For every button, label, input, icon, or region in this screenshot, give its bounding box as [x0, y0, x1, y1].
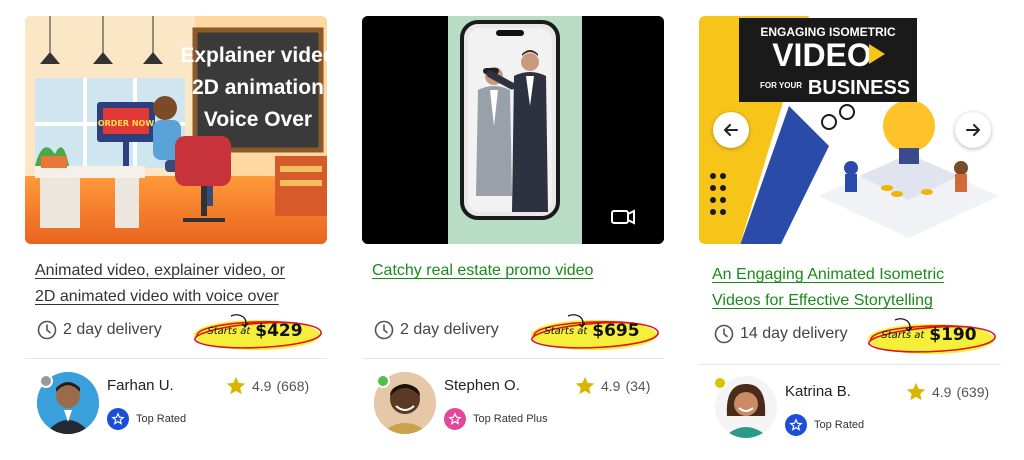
order-now-sign: ORDER NOW — [98, 119, 155, 128]
card-divider — [25, 358, 327, 359]
seller-level-label: Top Rated — [136, 413, 187, 425]
gig-thumbnail-1[interactable]: Explainer video 2D animation Voice Over … — [25, 16, 327, 244]
seller-level-label: Top Rated — [814, 419, 865, 431]
carousel-next-button[interactable] — [955, 112, 991, 148]
delivery-time: 2 day delivery — [374, 318, 499, 342]
seller-level: Top Rated Plus — [444, 408, 548, 430]
gig-title-line: Videos for Effective Storytelling — [712, 292, 933, 309]
seller-rating: 4.9 (639) — [905, 381, 989, 403]
price-amount: $190 — [929, 325, 977, 345]
rating-value: 4.9 — [601, 378, 621, 394]
thumb-line-2: 2D animation — [192, 76, 324, 99]
rating-value: 4.9 — [932, 384, 952, 400]
gig-thumbnail-2[interactable]: ne f fy — [362, 16, 664, 244]
card-divider — [362, 358, 664, 359]
delivery-label: 2 day delivery — [400, 321, 499, 338]
gig-title-line: 2D animated video with voice over — [35, 288, 279, 305]
seller-level: Top Rated — [785, 414, 864, 436]
gig-title-line: Catchy real estate promo video — [372, 262, 594, 279]
price-prefix: Starts at — [544, 325, 588, 337]
gig-title-1[interactable]: Animated video, explainer video, or 2D a… — [35, 258, 323, 310]
thumb-line-4: BUSINESS — [808, 77, 910, 99]
badge-icon — [785, 414, 807, 436]
badge-icon — [444, 408, 466, 430]
badge-icon — [107, 408, 129, 430]
starting-price-badge: Starts at $190 — [861, 318, 997, 354]
gig-card-3[interactable]: ENGAGING ISOMETRIC VIDEO FOR YOUR BUSINE… — [699, 0, 1001, 460]
seller-name[interactable]: Farhan U. — [107, 377, 174, 394]
away-status-dot — [713, 376, 727, 390]
online-status-dot — [376, 374, 390, 388]
video-preview: ne f fy — [362, 16, 664, 244]
gig-title-line: Animated video, explainer video, or — [35, 262, 285, 279]
clock-icon — [37, 320, 57, 340]
offline-status-dot — [39, 374, 53, 388]
delivery-time: 2 day delivery — [37, 318, 162, 342]
gig-card-1[interactable]: Explainer video 2D animation Voice Over … — [25, 0, 327, 460]
review-count: (639) — [956, 384, 990, 400]
thumb-line-3: FOR YOUR — [760, 81, 802, 90]
gig-title-line: An Engaging Animated Isometric — [712, 266, 945, 283]
seller-level-label: Top Rated Plus — [473, 413, 548, 425]
delivery-label: 2 day delivery — [63, 321, 162, 338]
price-amount: $429 — [255, 321, 303, 341]
starting-price-badge: Starts at $429 — [187, 314, 323, 350]
seller-name[interactable]: Katrina B. — [785, 383, 851, 400]
thumb-line-2: VIDEO — [772, 37, 872, 73]
seller-level: Top Rated — [107, 408, 186, 430]
gig-title-2[interactable]: Catchy real estate promo video — [372, 258, 660, 284]
price-prefix: Starts at — [207, 325, 251, 337]
card-divider — [699, 364, 1001, 365]
price-prefix: Starts at — [881, 329, 925, 341]
gig-title-3[interactable]: An Engaging Animated Isometric Videos fo… — [712, 262, 1000, 314]
clock-icon — [374, 320, 394, 340]
delivery-time: 14 day delivery — [714, 322, 848, 346]
thumb-line-1: Explainer video — [180, 44, 327, 67]
star-icon — [906, 382, 926, 401]
delivery-label: 14 day delivery — [740, 325, 848, 342]
review-count: (668) — [276, 378, 310, 394]
gig-card-2[interactable]: ne f fy Catchy real estate promo video — [362, 0, 664, 460]
seller-name[interactable]: Stephen O. — [444, 377, 520, 394]
arrow-left-icon — [724, 124, 738, 136]
star-icon — [575, 376, 595, 395]
star-icon — [226, 376, 246, 395]
seller-rating: 4.9 (34) — [574, 375, 650, 397]
thumb-line-3: Voice Over — [204, 108, 312, 131]
seller-rating: 4.9 (668) — [225, 375, 309, 397]
price-amount: $695 — [592, 321, 640, 341]
clock-icon — [714, 324, 734, 344]
explainer-illustration: Explainer video 2D animation Voice Over … — [25, 16, 327, 244]
arrow-right-icon — [966, 124, 980, 136]
review-count: (34) — [625, 378, 651, 394]
starting-price-badge: Starts at $695 — [524, 314, 660, 350]
carousel-prev-button[interactable] — [713, 112, 749, 148]
rating-value: 4.9 — [252, 378, 272, 394]
